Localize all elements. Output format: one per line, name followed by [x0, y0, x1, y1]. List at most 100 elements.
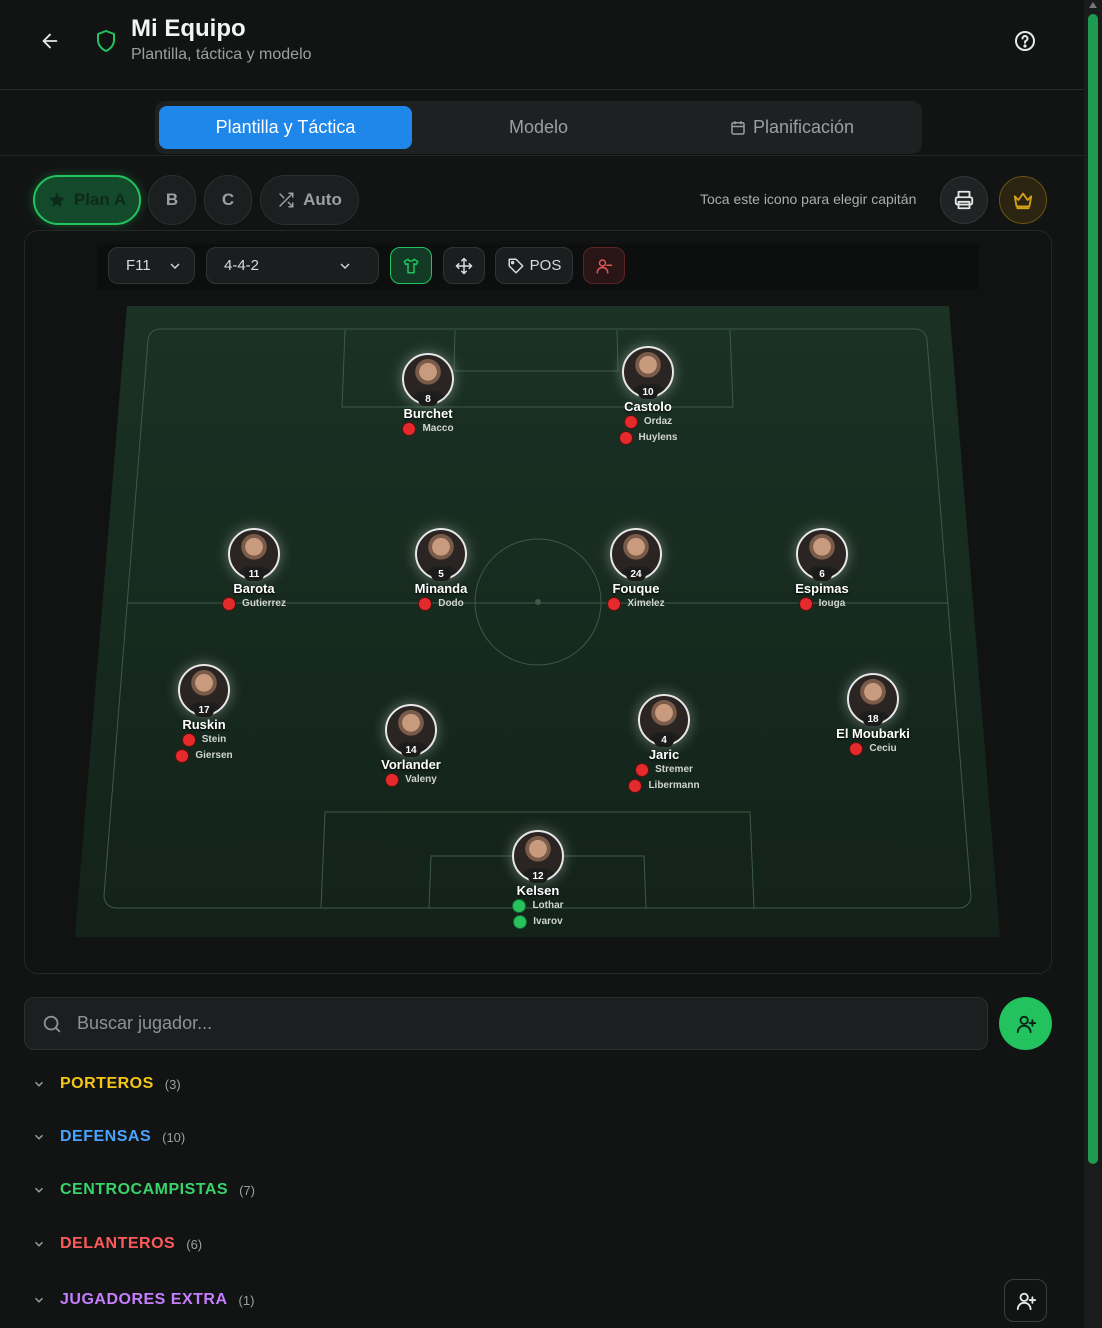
substitute-name: Ximelez: [627, 598, 665, 609]
tag-icon: [508, 258, 524, 273]
search-box[interactable]: Buscar jugador...: [24, 997, 988, 1050]
player-name: Barota: [233, 581, 275, 596]
player-slot[interactable]: 11 Barota Gutierrez: [194, 528, 314, 612]
chevron-down-icon: [34, 1297, 44, 1303]
group-label: CENTROCAMPISTAS: [60, 1181, 229, 1198]
player-slot[interactable]: 14 Vorlander Valeny: [351, 704, 471, 788]
kit-button[interactable]: [390, 247, 432, 284]
shirt-icon: [403, 258, 419, 273]
user-plus-icon: [1016, 1292, 1036, 1310]
substitute[interactable]: Gutierrez: [194, 596, 314, 612]
substitute[interactable]: Iouga: [762, 596, 882, 612]
player-name: Fouque: [612, 581, 660, 596]
status-dot: [618, 431, 633, 445]
group-count: (1): [238, 1292, 255, 1308]
substitute[interactable]: Giersen: [144, 748, 264, 764]
player-name: Ruskin: [182, 717, 226, 732]
scrollbar-thumb[interactable]: [1088, 14, 1098, 1164]
player-slot[interactable]: 17 Ruskin Stein Giersen: [144, 664, 264, 764]
substitute[interactable]: Stremer: [604, 762, 724, 778]
substitute[interactable]: Huylens: [588, 430, 708, 446]
substitute-name: Macco: [422, 423, 454, 434]
status-dot: [385, 773, 400, 787]
group-label: PORTEROS: [60, 1075, 154, 1092]
status-dot: [512, 899, 527, 913]
status-dot: [628, 779, 643, 793]
player-number: 14: [401, 744, 421, 757]
chevron-down-icon: [34, 1134, 44, 1140]
player-number: 4: [654, 734, 674, 747]
player-slot[interactable]: 8 Burchet Macco: [368, 353, 488, 437]
substitute[interactable]: Stein: [144, 732, 264, 748]
substitute[interactable]: Macco: [368, 421, 488, 437]
substitute-name: Iouga: [818, 598, 846, 609]
player-number: 11: [244, 568, 264, 581]
add-player-button[interactable]: [999, 997, 1052, 1050]
search-icon: [43, 1015, 61, 1032]
move-icon: [455, 256, 473, 275]
player-name: Kelsen: [516, 883, 560, 898]
player-name: Castolo: [624, 399, 672, 414]
format-value: F11: [126, 257, 151, 274]
positions-button[interactable]: POS: [495, 247, 573, 284]
move-button[interactable]: [443, 247, 485, 284]
app-root: Mi Equipo Plantilla, táctica y modelo Pl…: [0, 0, 1102, 1328]
player-number: 12: [528, 870, 548, 883]
substitute-name: Valeny: [405, 774, 437, 785]
status-dot: [798, 597, 813, 611]
player-name: Burchet: [403, 406, 453, 421]
substitute[interactable]: Ordaz: [588, 414, 708, 430]
chevron-down-icon: [34, 1241, 44, 1247]
player-name: Espimas: [795, 581, 849, 596]
player-slot[interactable]: 4 Jaric Stremer Libermann: [604, 694, 724, 794]
player-slot[interactable]: 12 Kelsen Lothar Ivarov: [478, 830, 598, 930]
formation-select[interactable]: 4-4-2: [206, 247, 379, 284]
status-dot: [418, 597, 433, 611]
scroll-up-icon: [1089, 2, 1097, 8]
player-name: Vorlander: [381, 757, 441, 772]
chevron-down-icon: [340, 263, 350, 269]
substitute[interactable]: Ximelez: [576, 596, 696, 612]
substitute-name: Ceciu: [869, 743, 897, 754]
player-slot[interactable]: 18 El Moubarki Ceciu: [813, 673, 933, 757]
substitute[interactable]: Ceciu: [813, 741, 933, 757]
substitute-name: Libermann: [648, 780, 700, 791]
group-header[interactable]: JUGADORES EXTRA (1): [32, 1285, 254, 1315]
player-name: El Moubarki: [836, 726, 910, 741]
substitute-name: Dodo: [438, 598, 464, 609]
group-header[interactable]: CENTROCAMPISTAS (7): [32, 1175, 255, 1205]
substitute[interactable]: Libermann: [604, 778, 724, 794]
substitute[interactable]: Ivarov: [478, 914, 598, 930]
group-label: JUGADORES EXTRA: [60, 1291, 228, 1308]
player-slot[interactable]: 6 Espimas Iouga: [762, 528, 882, 612]
add-extra-player-button[interactable]: [1004, 1279, 1047, 1322]
scrollbar[interactable]: [1084, 0, 1102, 1328]
group-header[interactable]: DEFENSAS (10): [32, 1122, 185, 1152]
chevron-down-icon: [170, 263, 180, 269]
format-select[interactable]: F11: [108, 247, 195, 284]
player-number: 5: [431, 568, 451, 581]
substitute-name: Ordaz: [643, 416, 673, 427]
group-header[interactable]: DELANTEROS (6): [32, 1229, 202, 1259]
substitute[interactable]: Valeny: [351, 772, 471, 788]
group-count: (6): [186, 1236, 203, 1252]
group-count: (3): [164, 1076, 181, 1092]
user-plus-icon: [1016, 1015, 1036, 1033]
status-dot: [635, 763, 650, 777]
player-slot[interactable]: 10 Castolo Ordaz Huylens: [588, 346, 708, 446]
group-count: (7): [239, 1182, 255, 1198]
player-number: 10: [638, 386, 658, 399]
chevron-down-icon: [34, 1081, 44, 1087]
search-input[interactable]: Buscar jugador...: [77, 1013, 212, 1034]
substitute[interactable]: Lothar: [478, 898, 598, 914]
status-dot: [402, 422, 417, 436]
status-dot: [175, 749, 190, 763]
group-header[interactable]: PORTEROS (3): [32, 1069, 181, 1099]
remove-player-button[interactable]: [583, 247, 625, 284]
substitute[interactable]: Dodo: [381, 596, 501, 612]
player-name: Minanda: [414, 581, 468, 596]
player-number: 6: [812, 568, 832, 581]
player-slot[interactable]: 5 Minanda Dodo: [381, 528, 501, 612]
status-dot: [849, 742, 864, 756]
player-slot[interactable]: 24 Fouque Ximelez: [576, 528, 696, 612]
